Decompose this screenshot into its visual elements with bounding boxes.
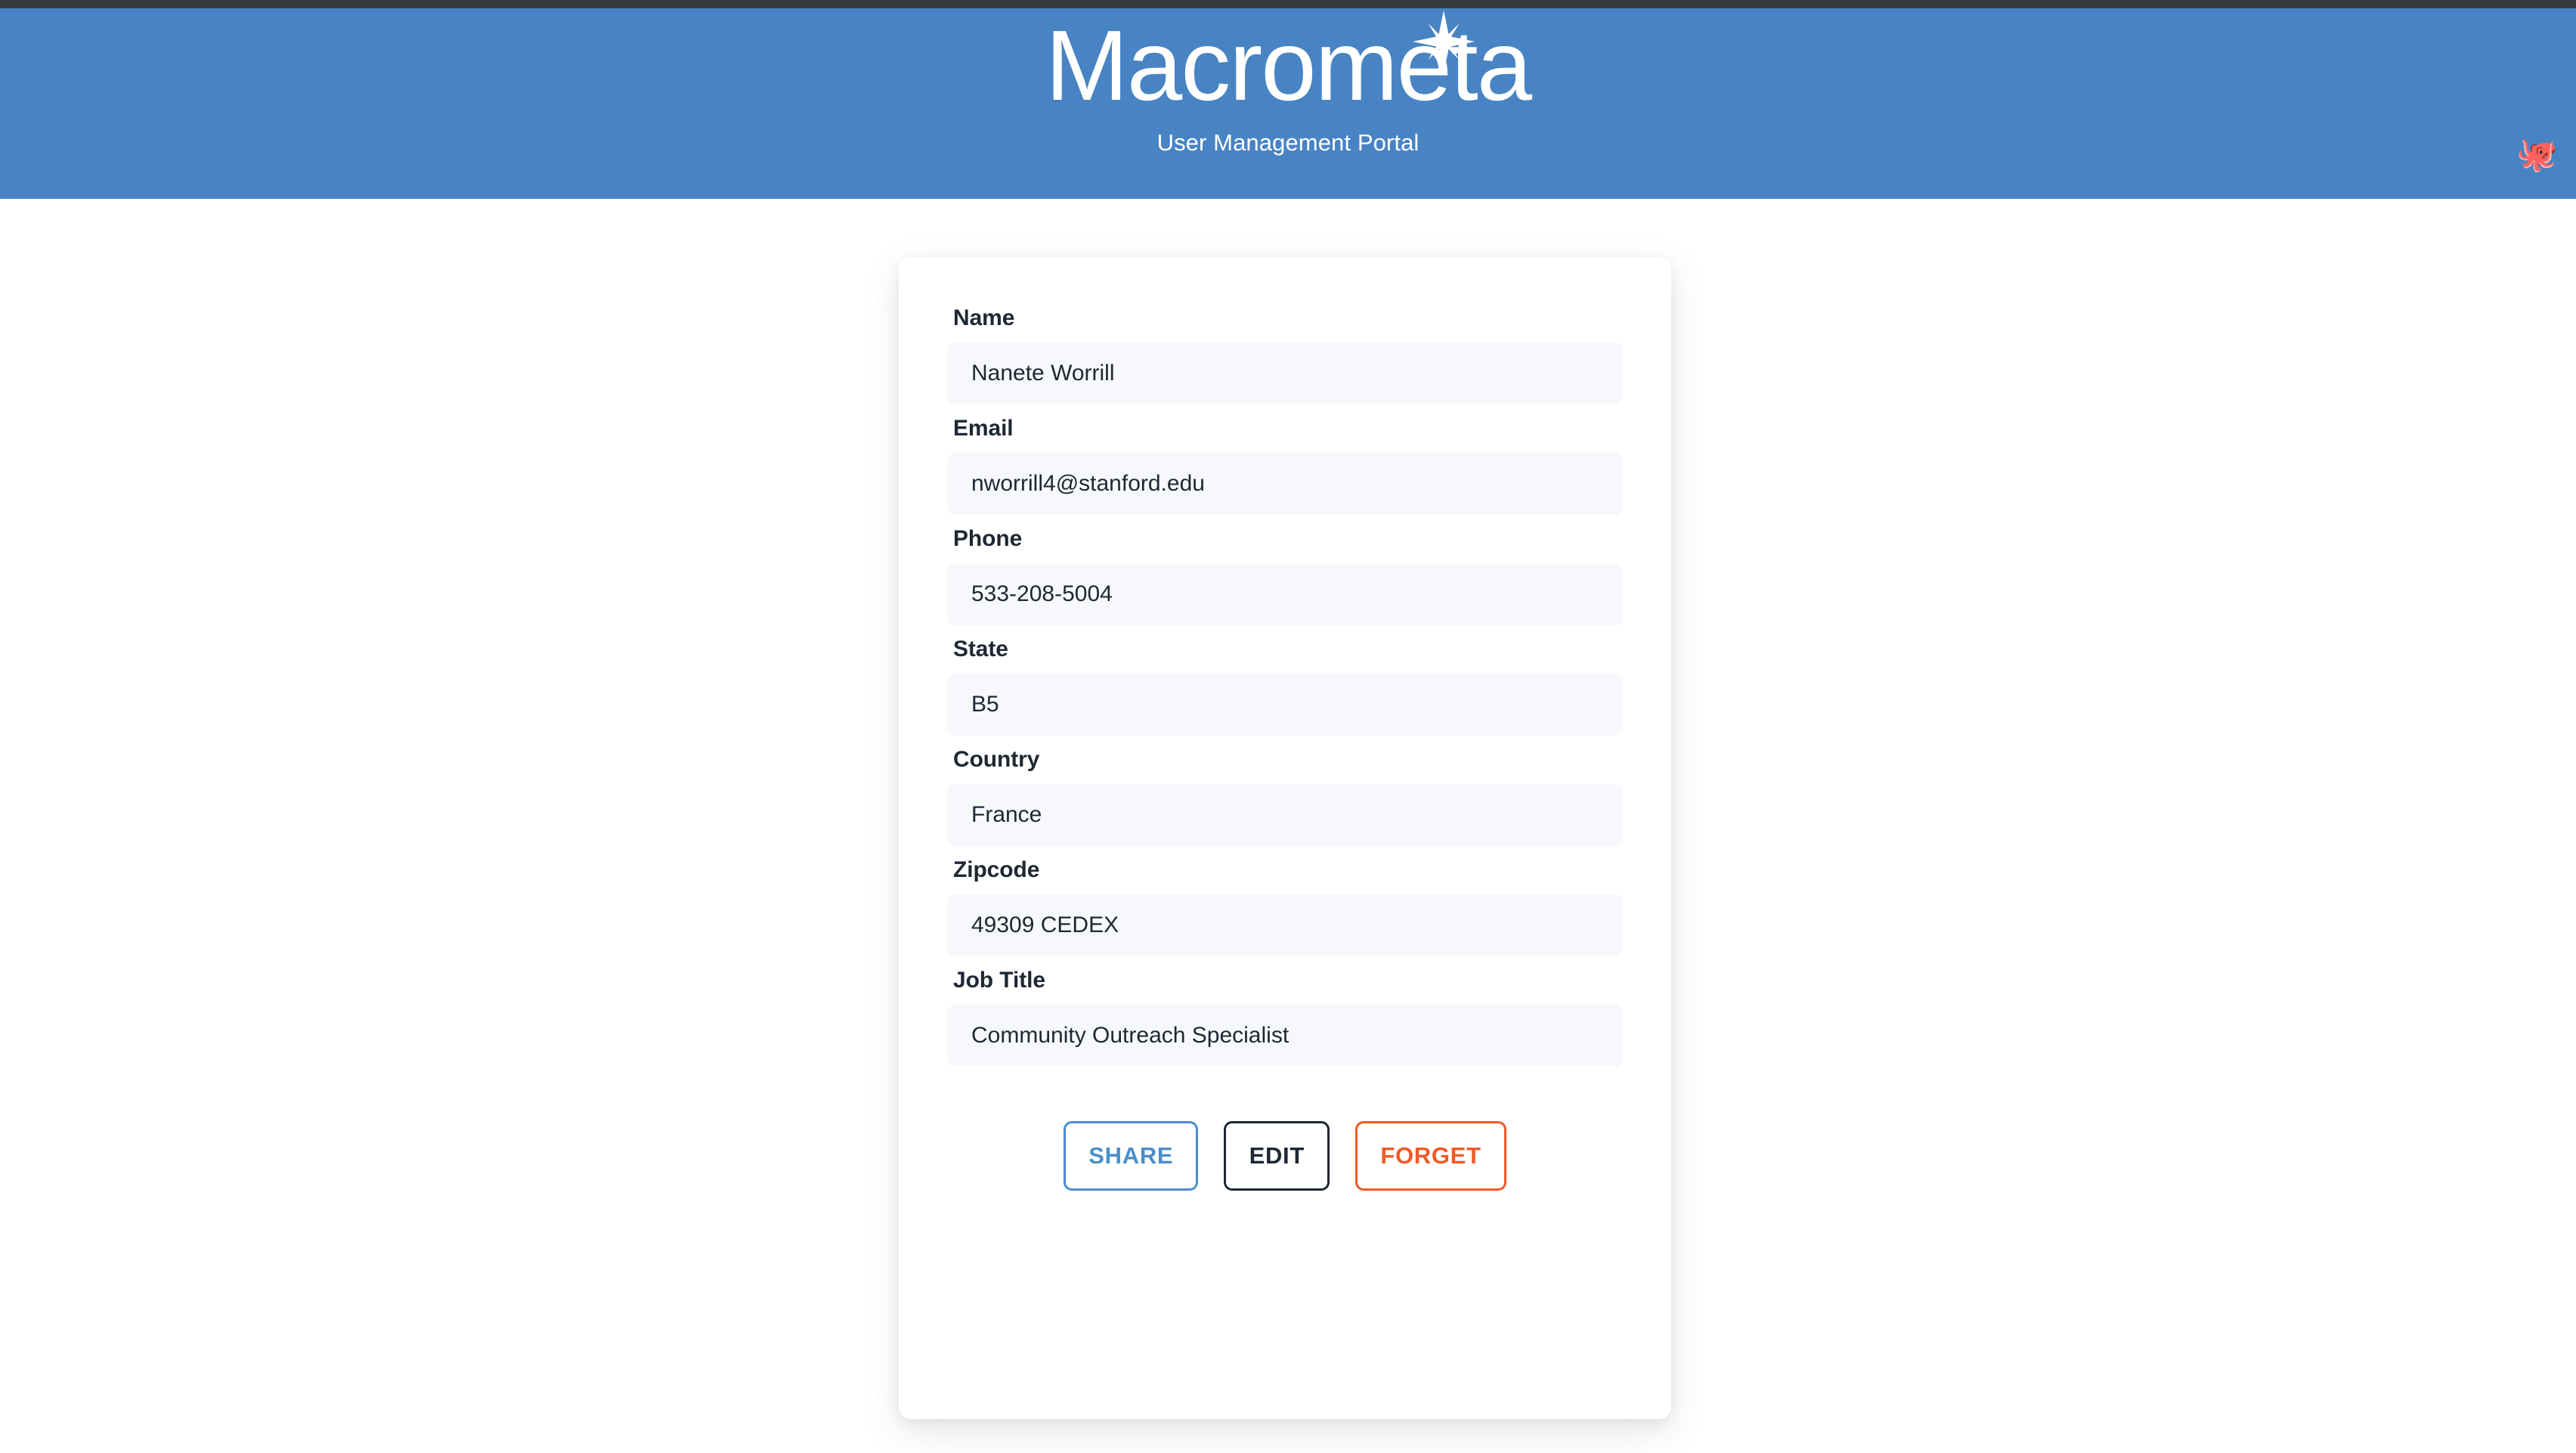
- field-group-name: Name Nanete Worrill: [947, 307, 1623, 404]
- input-job-title[interactable]: Community Outreach Specialist: [947, 1005, 1623, 1067]
- header-inner: Macrometa User Management Portal 🐙: [0, 8, 2576, 199]
- input-email[interactable]: nworrill4@stanford.edu: [947, 453, 1623, 515]
- field-group-zipcode: Zipcode 49309 CEDEX: [947, 859, 1623, 956]
- portal-subtitle: User Management Portal: [1156, 129, 1420, 156]
- profile-form: Name Nanete Worrill Email nworrill4@stan…: [947, 307, 1623, 1191]
- profile-card: Name Nanete Worrill Email nworrill4@stan…: [899, 257, 1671, 1419]
- label-phone: Phone: [953, 526, 1023, 551]
- app-root: Macrometa User Management Portal 🐙 Name …: [0, 0, 2576, 1453]
- input-phone[interactable]: 533-208-5004: [947, 563, 1623, 625]
- field-group-email: Email nworrill4@stanford.edu: [947, 417, 1623, 515]
- label-email: Email: [953, 416, 1014, 441]
- label-country: Country: [953, 747, 1040, 772]
- content-area: Name Nanete Worrill Email nworrill4@stan…: [0, 199, 2576, 1453]
- site-header: Macrometa User Management Portal 🐙: [0, 8, 2576, 199]
- share-button[interactable]: SHARE: [1064, 1121, 1199, 1191]
- field-group-state: State B5: [947, 638, 1623, 736]
- edit-button[interactable]: EDIT: [1224, 1121, 1330, 1191]
- forget-button[interactable]: FORGET: [1355, 1121, 1506, 1191]
- input-state[interactable]: B5: [947, 674, 1623, 736]
- octopus-avatar-icon[interactable]: 🐙: [2516, 138, 2558, 172]
- browser-chrome-strip: [0, 0, 2576, 8]
- brand-logo-wrap: Macrometa: [1045, 10, 1532, 121]
- label-zipcode: Zipcode: [953, 857, 1040, 882]
- label-name: Name: [953, 305, 1015, 330]
- input-name[interactable]: Nanete Worrill: [947, 342, 1623, 404]
- brand-block: Macrometa User Management Portal: [0, 10, 2576, 156]
- field-group-country: Country France: [947, 748, 1623, 846]
- field-group-job-title: Job Title Community Outreach Specialist: [947, 969, 1623, 1067]
- card-actions: SHARE EDIT FORGET: [947, 1121, 1623, 1191]
- input-country[interactable]: France: [947, 784, 1623, 846]
- label-job-title: Job Title: [953, 968, 1045, 993]
- field-group-phone: Phone 533-208-5004: [947, 528, 1623, 625]
- label-state: State: [953, 637, 1008, 661]
- input-zipcode[interactable]: 49309 CEDEX: [947, 894, 1623, 956]
- brand-logo-text: Macrometa: [1045, 10, 1532, 121]
